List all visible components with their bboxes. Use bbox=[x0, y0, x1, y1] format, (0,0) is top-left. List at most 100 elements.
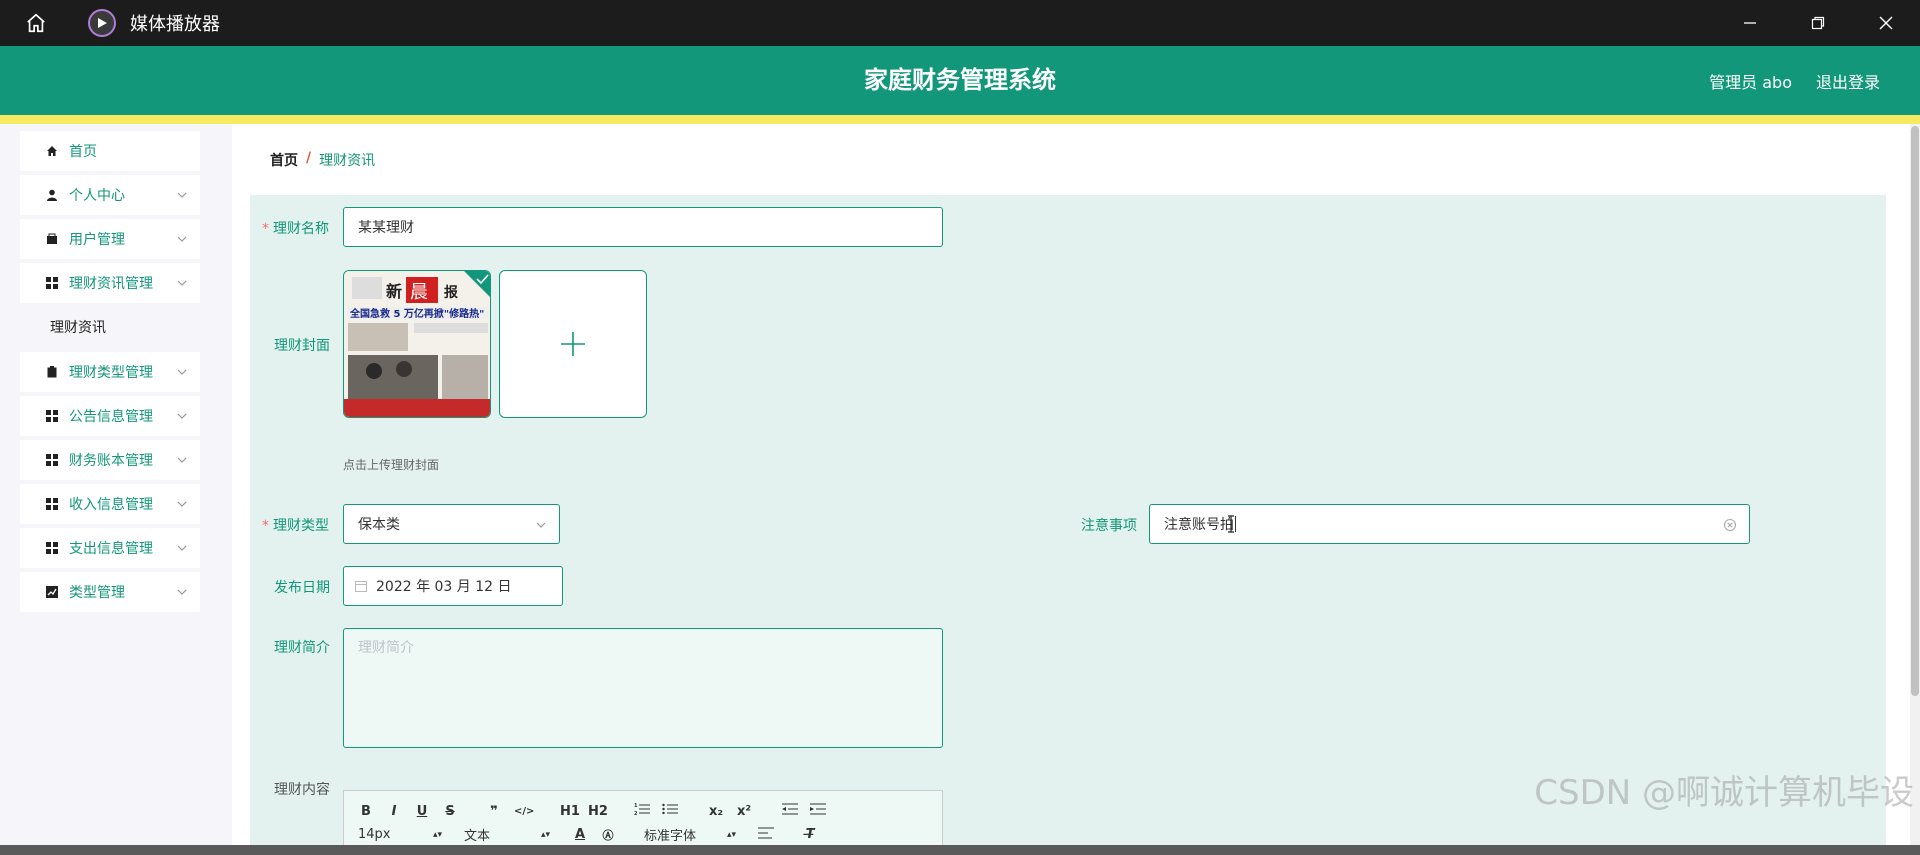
clear-format-icon[interactable]: T̶ bbox=[802, 827, 818, 842]
sidebar-item-label: 首页 bbox=[69, 144, 97, 160]
ordered-list-icon[interactable]: 12 bbox=[634, 802, 650, 820]
svg-text:晨: 晨 bbox=[410, 282, 428, 303]
text-cursor-icon bbox=[1228, 515, 1234, 533]
logout-link[interactable]: 退出登录 bbox=[1816, 69, 1880, 93]
sidebar-item-home[interactable]: 首页 bbox=[20, 131, 200, 171]
align-icon[interactable] bbox=[758, 826, 774, 844]
font-size-select[interactable]: 14px ▴▾ bbox=[358, 827, 442, 842]
sidebar-item-finance-type[interactable]: 理财类型管理 bbox=[20, 352, 200, 392]
svg-text:全国急救 5 万亿再掀"修路热": 全国急救 5 万亿再掀"修路热" bbox=[349, 307, 484, 320]
cover-hint: 点击上传理财封面 bbox=[343, 458, 440, 472]
bold-button[interactable]: B bbox=[358, 804, 374, 819]
scrollbar[interactable] bbox=[1910, 124, 1920, 855]
breadcrumb-home[interactable]: 首页 bbox=[270, 150, 298, 170]
breadcrumb-current: 理财资讯 bbox=[319, 153, 376, 169]
scrollbar-thumb[interactable] bbox=[1911, 126, 1919, 696]
grid-icon bbox=[45, 409, 59, 423]
home-icon[interactable] bbox=[0, 0, 72, 46]
quote-button[interactable]: ❞ bbox=[486, 804, 502, 819]
sidebar-item-label: 支出信息管理 bbox=[69, 541, 153, 557]
grid-icon bbox=[45, 541, 59, 555]
chevron-down-icon bbox=[177, 192, 187, 198]
format-select[interactable]: 文本 ▴▾ bbox=[464, 825, 550, 844]
close-button[interactable] bbox=[1852, 0, 1920, 46]
chevron-down-icon bbox=[177, 501, 187, 507]
svg-text:报: 报 bbox=[444, 285, 458, 301]
cover-thumbnail[interactable]: 新 晨 报 全国急救 5 万亿再掀"修路热" bbox=[343, 270, 491, 418]
sidebar-item-expense[interactable]: 支出信息管理 bbox=[20, 528, 200, 568]
grid-icon bbox=[45, 276, 59, 290]
svg-text:新: 新 bbox=[386, 282, 402, 301]
sidebar-subitem-finance-news[interactable]: 理财资讯 bbox=[50, 313, 106, 343]
font-family-value: 标准字体 bbox=[644, 829, 697, 844]
chevron-down-icon bbox=[177, 280, 187, 286]
chevron-down-icon bbox=[177, 369, 187, 375]
watermark: CSDN @啊诚计算机毕设 bbox=[1534, 773, 1914, 813]
user-name: 管理员 abo bbox=[1709, 72, 1792, 92]
name-label: * 理财名称 bbox=[262, 221, 329, 237]
indent-icon[interactable] bbox=[810, 802, 826, 820]
restore-button[interactable] bbox=[1784, 0, 1852, 46]
chart-icon bbox=[45, 585, 59, 599]
calendar-icon bbox=[355, 581, 367, 592]
chevron-down-icon bbox=[177, 545, 187, 551]
bullet-list-icon[interactable] bbox=[662, 802, 678, 820]
home-icon bbox=[45, 144, 59, 158]
content-label: 理财内容 bbox=[274, 782, 330, 798]
cover-label: 理财封面 bbox=[274, 338, 330, 354]
code-button[interactable]: </> bbox=[514, 806, 534, 817]
wallet-icon bbox=[45, 232, 59, 246]
type-label: * 理财类型 bbox=[262, 518, 329, 534]
svg-text:2: 2 bbox=[634, 811, 638, 816]
font-size-value: 14px bbox=[358, 827, 391, 842]
notice-input[interactable]: 注意账号拍 bbox=[1149, 504, 1750, 544]
grid-icon bbox=[45, 497, 59, 511]
format-value: 文本 bbox=[464, 829, 491, 844]
background-color-icon[interactable]: Ⓐ bbox=[600, 827, 616, 843]
date-picker[interactable]: 2022 年 03 月 12 日 bbox=[343, 566, 563, 606]
sidebar-item-label: 公告信息管理 bbox=[69, 409, 153, 425]
person-icon bbox=[45, 188, 59, 202]
breadcrumb: 首页 / 理财资讯 bbox=[270, 150, 375, 170]
superscript-button[interactable]: x² bbox=[736, 804, 752, 819]
date-value: 2022 年 03 月 12 日 bbox=[376, 579, 512, 595]
clipboard-icon bbox=[45, 365, 59, 379]
clear-icon[interactable] bbox=[1723, 518, 1737, 532]
sidebar-item-label: 用户管理 bbox=[69, 232, 125, 248]
date-label: 发布日期 bbox=[274, 580, 330, 596]
sidebar-item-ledger[interactable]: 财务账本管理 bbox=[20, 440, 200, 480]
strike-button[interactable]: S bbox=[442, 804, 458, 819]
h2-button[interactable]: H2 bbox=[588, 804, 608, 819]
font-color-icon[interactable]: A bbox=[572, 827, 588, 842]
minimize-button[interactable] bbox=[1716, 0, 1784, 46]
chevron-down-icon bbox=[177, 236, 187, 242]
name-input[interactable]: 某某理财 bbox=[343, 207, 943, 247]
sidebar-item-label: 个人中心 bbox=[69, 188, 125, 204]
sidebar-item-types[interactable]: 类型管理 bbox=[20, 572, 200, 612]
sidebar-item-users[interactable]: 用户管理 bbox=[20, 219, 200, 259]
intro-label: 理财简介 bbox=[274, 640, 330, 656]
upload-add-button[interactable] bbox=[499, 270, 647, 418]
plus-icon bbox=[561, 332, 585, 356]
h1-button[interactable]: H1 bbox=[560, 804, 580, 819]
sidebar-item-label: 理财类型管理 bbox=[69, 365, 153, 381]
breadcrumb-separator: / bbox=[306, 150, 312, 166]
sidebar-item-label: 收入信息管理 bbox=[69, 497, 153, 513]
type-select[interactable]: 保本类 bbox=[343, 504, 560, 544]
sidebar-item-finance-news[interactable]: 理财资讯管理 bbox=[20, 263, 200, 303]
notice-label: 注意事项 bbox=[1081, 518, 1137, 534]
subscript-button[interactable]: x₂ bbox=[708, 804, 724, 819]
header-accent-bar bbox=[0, 115, 1920, 124]
svg-text:1: 1 bbox=[634, 803, 638, 809]
app-title: 家庭财务管理系统 bbox=[864, 66, 1056, 94]
sidebar-item-label: 财务账本管理 bbox=[69, 453, 153, 469]
font-family-select[interactable]: 标准字体 ▴▾ bbox=[644, 825, 736, 844]
underline-button[interactable]: U bbox=[414, 804, 430, 819]
outdent-icon[interactable] bbox=[782, 802, 798, 820]
sidebar-item-personal[interactable]: 个人中心 bbox=[20, 175, 200, 215]
intro-textarea[interactable]: 理财简介 bbox=[343, 628, 943, 748]
sidebar-item-notice[interactable]: 公告信息管理 bbox=[20, 396, 200, 436]
italic-button[interactable]: I bbox=[386, 804, 402, 819]
sidebar-item-income[interactable]: 收入信息管理 bbox=[20, 484, 200, 524]
sidebar-item-label: 类型管理 bbox=[69, 585, 125, 601]
